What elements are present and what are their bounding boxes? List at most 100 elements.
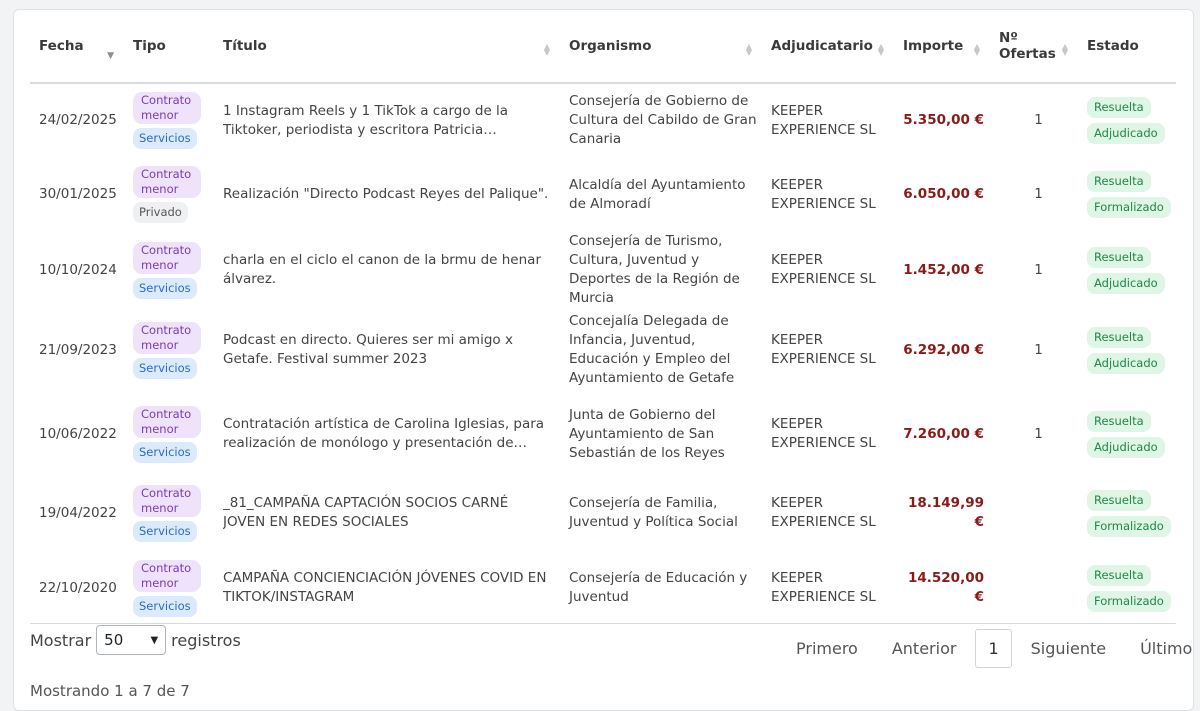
cell-titulo[interactable]: Podcast en directo. Quieres ser mi amigo… xyxy=(214,308,560,392)
col-organismo[interactable]: Organismo ▲ ▼ xyxy=(560,10,762,84)
cell-tipo: Contrato menor Servicios xyxy=(124,476,214,551)
cell-fecha: 24/02/2025 xyxy=(39,112,117,129)
titulo-link[interactable]: Podcast en directo. Quieres ser mi amigo… xyxy=(223,331,560,369)
col-adjudicatario[interactable]: Adjudicatario ▲ ▼ xyxy=(762,10,894,84)
tipo-badge: Contrato menor xyxy=(133,241,201,274)
sort-icon: ▲ ▼ xyxy=(1061,42,1068,57)
titulo-link[interactable]: _81_CAMPAÑA CAPTACIÓN SOCIOS CARNÉ JOVEN… xyxy=(223,494,560,532)
cell-estado: Resuelta Formalizado xyxy=(1078,158,1176,233)
cell-adjudicatario: KEEPER EXPERIENCE SL xyxy=(771,495,876,531)
table-header-row: Fecha ▼ Tipo Título ▲ ▼ Organismo ▲ ▼ Adjudic… xyxy=(30,10,1176,84)
tipo-badge: Contrato menor xyxy=(133,92,201,125)
status-badge: Resuelta xyxy=(1087,410,1151,432)
subtipo-badge: Servicios xyxy=(133,128,197,150)
cell-estado: Resuelta Adjudicado xyxy=(1078,308,1176,392)
cell-adjudicatario: KEEPER EXPERIENCE SL xyxy=(771,176,876,212)
sort-icon: ▲ ▼ xyxy=(745,42,752,57)
cell-organismo: Consejería de Educación y Juventud xyxy=(569,570,748,606)
cell-fecha: 10/10/2024 xyxy=(39,261,117,278)
sort-desc-icon: ▼ xyxy=(107,51,114,61)
sort-icon: ▲ ▼ xyxy=(877,42,884,57)
table-row[interactable]: 19/04/2022 Contrato menor Servicios _81_CAM… xyxy=(30,476,1176,551)
status-badge: Adjudicado xyxy=(1087,123,1165,145)
col-titulo[interactable]: Título ▲ ▼ xyxy=(214,10,560,84)
cell-organismo: Junta de Gobierno del Ayuntamiento de Sa… xyxy=(569,406,725,461)
titulo-link[interactable]: Realización "Directo Podcast Reyes del P… xyxy=(223,185,560,204)
sort-icon: ▲ ▼ xyxy=(543,42,550,57)
pagination-first[interactable]: Primero xyxy=(779,630,875,667)
cell-adjudicatario: KEEPER EXPERIENCE SL xyxy=(771,102,876,138)
status-badge: Resuelta xyxy=(1087,246,1151,268)
cell-ofertas: 1 xyxy=(1034,112,1043,129)
subtipo-badge: Servicios xyxy=(133,357,197,379)
col-tipo: Tipo xyxy=(124,10,214,84)
cell-titulo[interactable]: 1 Instagram Reels y 1 TikTok a cargo de … xyxy=(214,83,560,158)
col-importe[interactable]: Importe ▲ ▼ xyxy=(894,10,990,84)
cell-ofertas xyxy=(990,551,1078,626)
tipo-badge: Contrato menor xyxy=(133,166,201,199)
cell-adjudicatario: KEEPER EXPERIENCE SL xyxy=(771,416,876,452)
table-row[interactable]: 22/10/2020 Contrato menor Servicios CAMPAÑA… xyxy=(30,551,1176,626)
cell-importe: 1.452,00 € xyxy=(903,261,984,278)
pagination-next[interactable]: Siguiente xyxy=(1014,630,1123,667)
titulo-link[interactable]: 1 Instagram Reels y 1 TikTok a cargo de … xyxy=(223,102,560,140)
cell-importe: 6.292,00 € xyxy=(903,341,984,358)
cell-titulo[interactable]: Realización "Directo Podcast Reyes del P… xyxy=(214,158,560,233)
cell-organismo: Consejería de Gobierno de Cultura del Ca… xyxy=(569,93,757,148)
tipo-badge: Contrato menor xyxy=(133,484,201,517)
cell-titulo[interactable]: charla en el ciclo el canon de la brmu d… xyxy=(214,232,560,308)
cell-importe: 18.149,99 € xyxy=(907,495,984,531)
cell-estado: Resuelta Formalizado xyxy=(1078,476,1176,551)
cell-fecha: 10/06/2022 xyxy=(39,425,117,442)
titulo-link[interactable]: CAMPAÑA CONCIENCIACIÓN JÓVENES COVID EN … xyxy=(223,569,560,607)
cell-organismo: Alcaldía del Ayuntamiento de Almoradí xyxy=(569,176,746,212)
pagination-last[interactable]: Último xyxy=(1123,630,1200,667)
cell-organismo: Consejería de Familia, Juventud y Políti… xyxy=(569,495,738,531)
cell-tipo: Contrato menor Privado xyxy=(124,158,214,233)
cell-titulo[interactable]: CAMPAÑA CONCIENCIACIÓN JÓVENES COVID EN … xyxy=(214,551,560,626)
status-badge: Adjudicado xyxy=(1087,352,1165,374)
table-row[interactable]: 21/09/2023 Contrato menor Servicios Podcast… xyxy=(30,308,1176,392)
cell-importe: 6.050,00 € xyxy=(903,186,984,203)
titulo-link[interactable]: Contratación artística de Carolina Igles… xyxy=(223,415,560,453)
status-badge: Adjudicado xyxy=(1087,272,1165,294)
table-row[interactable]: 10/06/2022 Contrato menor Servicios Contrat… xyxy=(30,392,1176,476)
table-info: Mostrando 1 a 7 de 7 xyxy=(30,682,190,700)
cell-fecha: 19/04/2022 xyxy=(39,504,117,521)
cell-importe: 7.260,00 € xyxy=(903,425,984,442)
cell-titulo[interactable]: _81_CAMPAÑA CAPTACIÓN SOCIOS CARNÉ JOVEN… xyxy=(214,476,560,551)
pagination-previous[interactable]: Anterior xyxy=(875,630,974,667)
status-badge: Resuelta xyxy=(1087,564,1151,586)
pagination: Primero Anterior 1 Siguiente Último xyxy=(779,629,1200,668)
page-length-select[interactable]: 50 ▼ xyxy=(96,625,167,655)
cell-ofertas: 1 xyxy=(1034,341,1043,358)
cell-importe: 5.350,00 € xyxy=(903,112,984,129)
chevron-down-icon: ▼ xyxy=(150,634,159,646)
cell-tipo: Contrato menor Servicios xyxy=(124,308,214,392)
cell-ofertas xyxy=(990,476,1078,551)
cell-estado: Resuelta Adjudicado xyxy=(1078,83,1176,158)
cell-adjudicatario: KEEPER EXPERIENCE SL xyxy=(771,332,876,368)
status-badge: Formalizado xyxy=(1087,515,1171,537)
status-badge: Resuelta xyxy=(1087,326,1151,348)
cell-tipo: Contrato menor Servicios xyxy=(124,83,214,158)
titulo-link[interactable]: charla en el ciclo el canon de la brmu d… xyxy=(223,251,560,289)
col-fecha[interactable]: Fecha ▼ xyxy=(30,10,124,84)
table-row[interactable]: 10/10/2024 Contrato menor Servicios charla … xyxy=(30,232,1176,308)
cell-titulo[interactable]: Contratación artística de Carolina Igles… xyxy=(214,392,560,476)
status-badge: Formalizado xyxy=(1087,197,1171,219)
cell-ofertas: 1 xyxy=(1034,186,1043,203)
col-ofertas[interactable]: Nº Ofertas ▲ ▼ xyxy=(990,10,1078,84)
cell-estado: Resuelta Adjudicado xyxy=(1078,392,1176,476)
cell-ofertas: 1 xyxy=(1034,425,1043,442)
cell-fecha: 22/10/2020 xyxy=(39,579,117,596)
table-row[interactable]: 30/01/2025 Contrato menor Privado Realizaci… xyxy=(30,158,1176,233)
cell-tipo: Contrato menor Servicios xyxy=(124,551,214,626)
subtipo-badge: Privado xyxy=(133,202,188,224)
pagination-current-page[interactable]: 1 xyxy=(975,629,1012,668)
table-row[interactable]: 24/02/2025 Contrato menor Servicios 1 Insta… xyxy=(30,83,1176,158)
cell-organismo: Concejalía Delegada de Infancia, Juventu… xyxy=(569,313,735,387)
status-badge: Resuelta xyxy=(1087,171,1151,193)
cell-adjudicatario: KEEPER EXPERIENCE SL xyxy=(771,570,876,606)
cell-fecha: 30/01/2025 xyxy=(39,186,117,203)
